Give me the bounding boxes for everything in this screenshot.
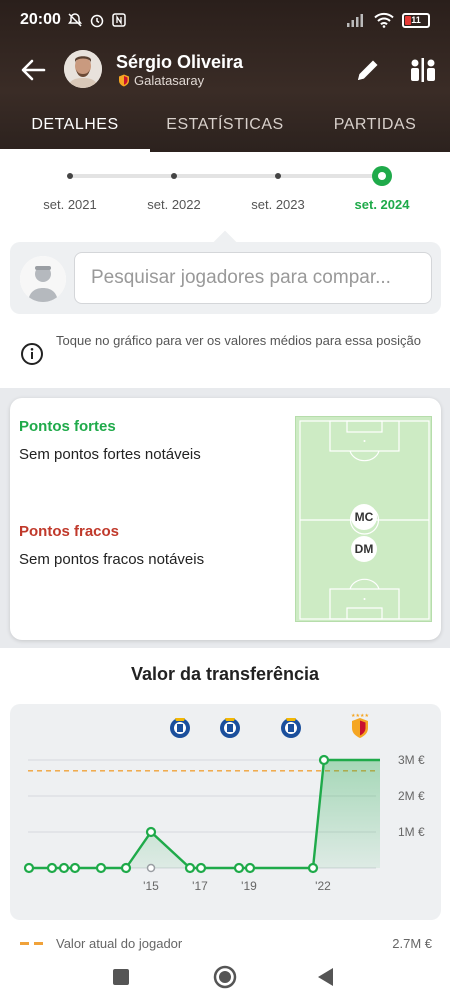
- timeline-point-2021[interactable]: [67, 173, 73, 179]
- bell-off-icon: [67, 13, 82, 27]
- chart-legend: Valor atual do jogador 2.7M €: [20, 934, 432, 954]
- data-point: [46, 862, 58, 874]
- y-tick-label: 1M €: [398, 825, 425, 839]
- strengths-section: Pontos fortes Sem pontos fortes notáveis…: [0, 388, 450, 648]
- data-point: [195, 862, 207, 874]
- data-point: [120, 862, 132, 874]
- data-point: [244, 862, 256, 874]
- back-triangle-icon[interactable]: [313, 964, 339, 990]
- series-area: [29, 760, 380, 868]
- transfer-title: Valor da transferência: [130, 664, 320, 684]
- player-name: Sérgio Oliveira: [116, 52, 244, 72]
- timeline-label[interactable]: set. 2023: [251, 197, 305, 212]
- data-point: [95, 862, 107, 874]
- transfer-chart[interactable]: 1M € 2M € 3M € '15 '17 '19 '22 ★★★★: [10, 704, 441, 920]
- season-timeline: set. 2021 set. 2022 set. 2023 set. 2024: [0, 164, 450, 214]
- clock: 20:00: [20, 11, 61, 28]
- tab-statistics[interactable]: ESTATÍSTICAS: [150, 104, 300, 152]
- signal-icon: [347, 14, 363, 27]
- weaknesses-text: Sem pontos fracos notáveis: [19, 551, 205, 568]
- back-arrow-icon[interactable]: [18, 55, 48, 85]
- compare-player-box: [10, 242, 441, 314]
- timeline-track: [70, 174, 382, 178]
- strengths-title: Pontos fortes: [19, 418, 116, 435]
- data-point: [307, 862, 319, 874]
- svg-text:★★★★: ★★★★: [351, 713, 369, 719]
- x-tick-label: '19: [241, 879, 257, 893]
- timeline-label[interactable]: set. 2022: [147, 197, 201, 212]
- chart-hint: Toque no gráfico para ver os valores méd…: [20, 330, 430, 374]
- x-tick-label: '17: [192, 879, 208, 893]
- team-name: Galatasaray: [134, 73, 205, 88]
- strengths-text: Sem pontos fortes notáveis: [19, 446, 201, 463]
- battery-icon: 11: [402, 12, 430, 28]
- app-header: 20:00 11 Sérgio Oliveira Galatasaray DET…: [0, 0, 450, 152]
- player-avatar: [64, 50, 102, 88]
- data-point: [23, 862, 35, 874]
- position-pitch[interactable]: MC DM: [295, 416, 432, 622]
- data-point: [145, 826, 157, 838]
- timeline-point-2023[interactable]: [275, 173, 281, 179]
- timeline-label[interactable]: set. 2021: [43, 197, 97, 212]
- transfer-value-section: Valor da transferência 1M € 2M € 3M € '15 '1…: [0, 648, 450, 960]
- compare-players-icon[interactable]: [408, 56, 438, 84]
- fc-porto-icon: [220, 718, 240, 738]
- info-icon: [21, 343, 43, 365]
- y-tick-label: 2M €: [398, 789, 425, 803]
- data-point: [233, 862, 245, 874]
- alarm-icon: [90, 14, 104, 28]
- tab-details[interactable]: DETALHES: [0, 104, 150, 152]
- tab-bar: DETALHES ESTATÍSTICAS PARTIDAS: [0, 104, 450, 152]
- transfer-chart-svg[interactable]: 1M € 2M € 3M € '15 '17 '19 '22 ★★★★: [10, 704, 441, 920]
- timeline-point-2022[interactable]: [171, 173, 177, 179]
- legend-swatch: [20, 942, 44, 945]
- data-point: [318, 754, 330, 766]
- x-marker: [146, 863, 156, 873]
- timeline-point-2024-selected[interactable]: [372, 166, 392, 186]
- x-tick-label: '15: [143, 879, 159, 893]
- legend-value: 2.7M €: [392, 936, 432, 951]
- position-badge-dm[interactable]: DM: [351, 536, 377, 562]
- data-point: [184, 862, 196, 874]
- galatasaray-icon: [119, 74, 129, 87]
- home-circle-icon[interactable]: [212, 964, 238, 990]
- status-bar: 20:00 11: [0, 0, 450, 40]
- y-tick-label: 3M €: [398, 753, 425, 767]
- legend-label: Valor atual do jogador: [56, 936, 183, 951]
- compare-search-input[interactable]: [74, 252, 432, 304]
- edit-pencil-icon[interactable]: [354, 56, 382, 84]
- hint-text: Toque no gráfico para ver os valores méd…: [56, 333, 421, 348]
- position-badge-mc[interactable]: MC: [351, 504, 377, 530]
- strengths-weaknesses-card: Pontos fortes Sem pontos fortes notáveis…: [10, 398, 441, 640]
- player-team[interactable]: Galatasaray: [118, 73, 204, 88]
- wifi-icon: [374, 12, 394, 28]
- timeline-label-selected[interactable]: set. 2024: [355, 197, 410, 212]
- placeholder-avatar-icon: [20, 256, 66, 302]
- weaknesses-title: Pontos fracos: [19, 523, 120, 540]
- data-point: [69, 862, 81, 874]
- nfc-icon: [112, 13, 126, 27]
- fc-porto-icon: [281, 718, 301, 738]
- galatasaray-icon: ★★★★: [351, 713, 369, 738]
- data-point: [58, 862, 70, 874]
- x-tick-label: '22: [315, 879, 331, 893]
- recents-square-icon[interactable]: [108, 964, 134, 990]
- details-content: set. 2021 set. 2022 set. 2023 set. 2024 …: [0, 152, 450, 960]
- fc-porto-icon: [170, 718, 190, 738]
- system-nav-bar: [0, 960, 450, 1000]
- tab-matches[interactable]: PARTIDAS: [300, 104, 450, 152]
